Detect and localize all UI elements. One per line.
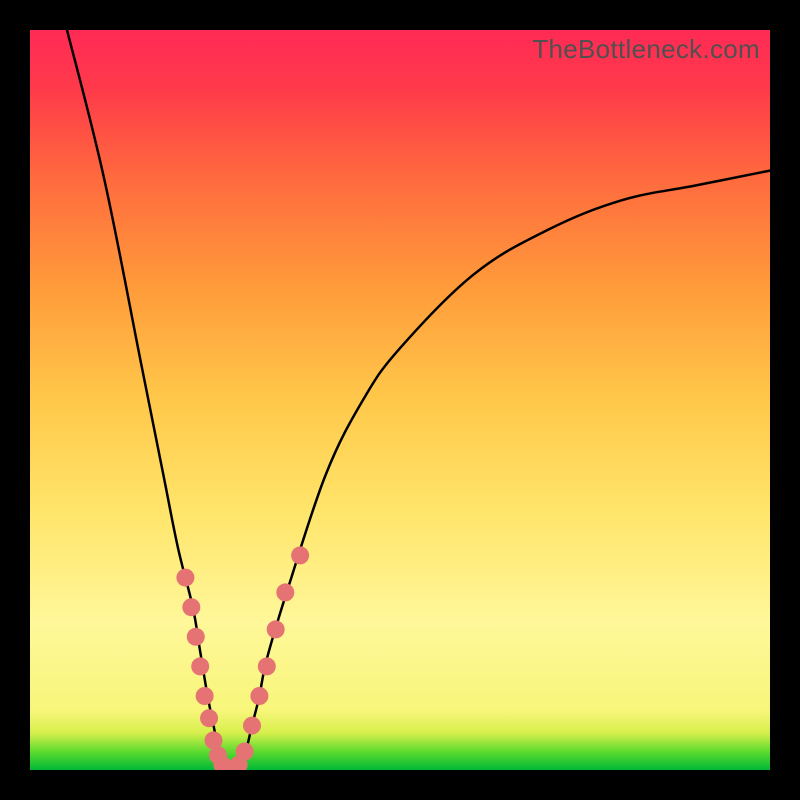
chart-frame: TheBottleneck.com bbox=[0, 0, 800, 800]
data-marker bbox=[176, 569, 194, 587]
data-marker bbox=[250, 687, 268, 705]
data-marker bbox=[236, 743, 254, 761]
data-marker bbox=[267, 620, 285, 638]
marker-layer bbox=[176, 546, 309, 770]
left-branch-line bbox=[67, 30, 230, 770]
chart-canvas bbox=[30, 30, 770, 770]
data-marker bbox=[258, 657, 276, 675]
data-marker bbox=[182, 598, 200, 616]
data-marker bbox=[243, 717, 261, 735]
data-marker bbox=[291, 546, 309, 564]
data-marker bbox=[191, 657, 209, 675]
data-marker bbox=[196, 687, 214, 705]
plot-area: TheBottleneck.com bbox=[30, 30, 770, 770]
data-marker bbox=[187, 628, 205, 646]
data-marker bbox=[276, 583, 294, 601]
right-branch-line bbox=[230, 171, 770, 770]
data-marker bbox=[200, 709, 218, 727]
watermark-text: TheBottleneck.com bbox=[532, 34, 760, 65]
